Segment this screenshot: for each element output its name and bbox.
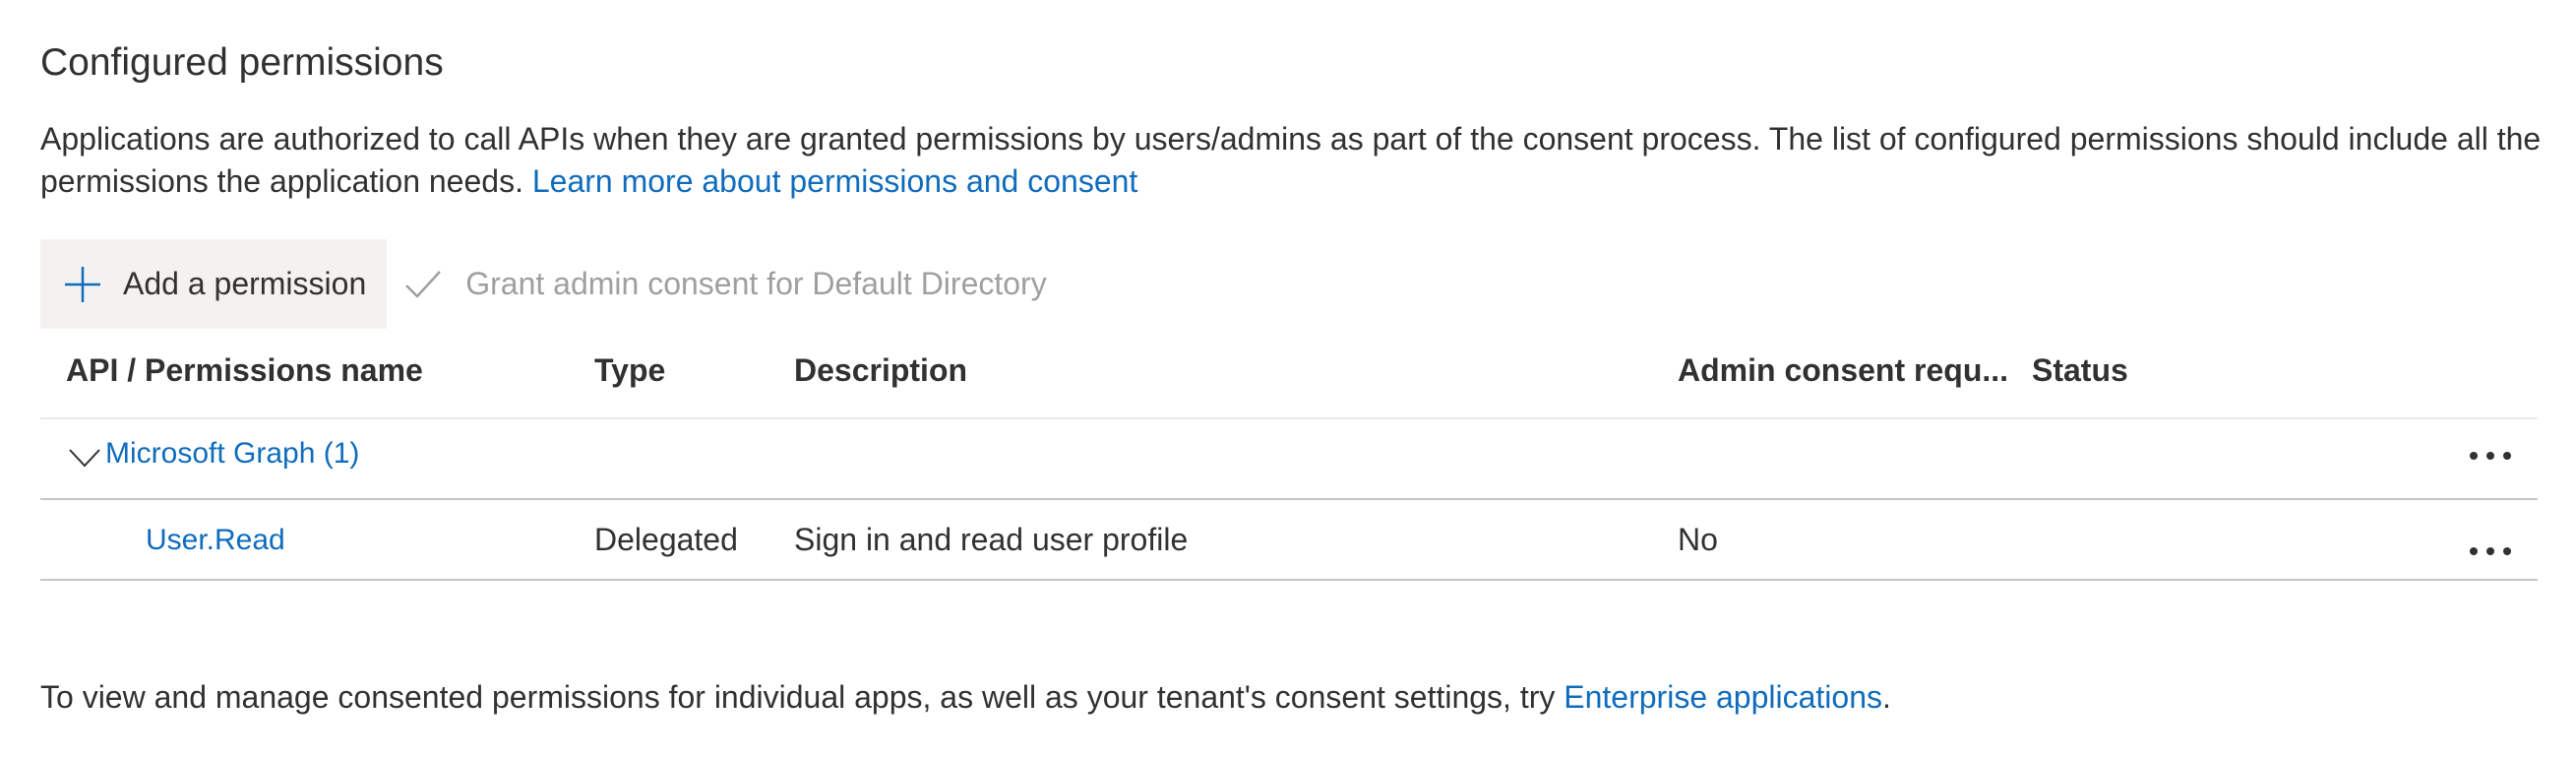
group-row-microsoft-graph[interactable]: Microsoft Graph (1): [40, 419, 2538, 500]
footer-suffix: .: [1882, 679, 1891, 715]
grant-admin-consent-label: Grant admin consent for Default Director…: [465, 266, 1047, 301]
table-header: API / Permissions name Type Description …: [40, 329, 2538, 419]
column-header-type[interactable]: Type: [594, 352, 665, 389]
add-permission-label: Add a permission: [123, 266, 367, 301]
column-header-status[interactable]: Status: [2032, 352, 2128, 389]
group-label[interactable]: Microsoft Graph (1): [105, 437, 359, 471]
permissions-table: API / Permissions name Type Description …: [40, 329, 2538, 581]
enterprise-applications-link[interactable]: Enterprise applications: [1564, 679, 1882, 715]
toolbar: Add a permission Grant admin consent for…: [40, 239, 1047, 329]
permission-type: Delegated: [594, 522, 738, 557]
more-icon[interactable]: [2467, 449, 2514, 463]
footer-note: To view and manage consented permissions…: [40, 679, 1891, 716]
checkmark-icon: [402, 264, 444, 305]
footer-text: To view and manage consented permissions…: [40, 679, 1564, 715]
table-row: User.Read Delegated Sign in and read use…: [40, 500, 2538, 581]
permission-name-link[interactable]: User.Read: [146, 524, 285, 557]
column-header-description[interactable]: Description: [794, 352, 967, 389]
chevron-down-icon[interactable]: [68, 441, 101, 474]
section-title: Configured permissions: [40, 41, 444, 84]
intro-paragraph: Applications are authorized to call APIs…: [40, 118, 2559, 203]
plus-icon: [63, 265, 102, 304]
permission-description: Sign in and read user profile: [794, 522, 1189, 557]
column-header-admin-consent[interactable]: Admin consent requ...: [1678, 352, 2008, 389]
learn-more-link[interactable]: Learn more about permissions and consent: [532, 163, 1137, 199]
admin-consent-required: No: [1678, 522, 1718, 557]
more-icon[interactable]: [2467, 530, 2514, 555]
column-header-api[interactable]: API / Permissions name: [66, 352, 423, 389]
intro-text: Applications are authorized to call APIs…: [40, 121, 2542, 199]
add-permission-button[interactable]: Add a permission: [40, 239, 388, 329]
grant-admin-consent-button[interactable]: Grant admin consent for Default Director…: [387, 239, 1047, 329]
